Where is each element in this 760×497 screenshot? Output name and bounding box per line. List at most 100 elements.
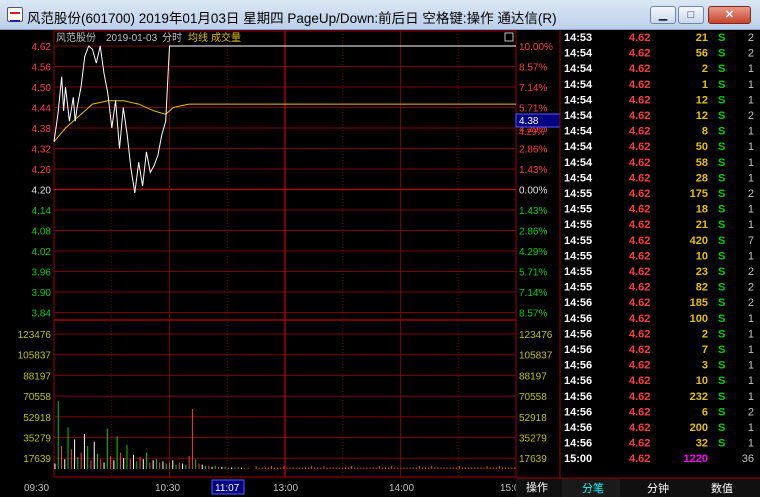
chart-settings-icon[interactable] xyxy=(504,32,514,42)
tick-row: 14:56 4.62 200 S 1 xyxy=(564,422,754,434)
tick-volume: 32 xyxy=(696,438,708,450)
percent-tick-label: 2.86% xyxy=(519,227,547,238)
tick-side: S xyxy=(718,204,725,216)
tick-time: 14:55 xyxy=(564,204,592,216)
intraday-chart[interactable]: 风范股份 2019-01-03 分时 均线 成交量 4.624.564.504.… xyxy=(0,0,760,497)
time-tick-label: 10:30 xyxy=(155,483,180,494)
tick-volume: 175 xyxy=(690,188,708,200)
tick-time: 14:56 xyxy=(564,360,592,372)
avg-line-legend: 均线 xyxy=(188,31,208,44)
tick-side: S xyxy=(718,63,725,75)
volume-tick-label-right: 70558 xyxy=(519,392,547,403)
tick-price: 4.62 xyxy=(629,32,650,44)
tick-volume: 21 xyxy=(696,32,708,44)
tick-price: 4.62 xyxy=(629,422,650,434)
tick-time: 14:54 xyxy=(564,157,593,169)
volume-tick-label-right: 88197 xyxy=(519,371,547,382)
tab-ticks[interactable]: 分笔 xyxy=(582,481,604,495)
tick-time: 14:56 xyxy=(564,375,592,387)
tick-time: 15:00 xyxy=(564,453,592,465)
tick-side: S xyxy=(718,250,725,262)
tick-time: 14:56 xyxy=(564,438,592,450)
tick-row: 14:56 4.62 100 S 1 xyxy=(564,313,754,325)
percent-tick-label: 8.57% xyxy=(519,309,547,320)
tick-price: 4.62 xyxy=(629,328,650,340)
tick-count: 7 xyxy=(748,235,754,247)
tick-row: 14:54 4.62 28 S 1 xyxy=(564,172,754,184)
tick-row: 14:54 4.62 12 S 1 xyxy=(564,94,754,106)
tick-volume: 12 xyxy=(696,110,708,122)
tick-volume: 2 xyxy=(702,63,708,75)
tick-volume: 58 xyxy=(696,157,708,169)
tick-side: S xyxy=(718,235,725,247)
tick-volume: 185 xyxy=(690,297,708,309)
tick-row: 14:56 4.62 3 S 1 xyxy=(564,360,754,372)
tick-volume: 2 xyxy=(702,328,708,340)
percent-tick-label: 5.71% xyxy=(519,104,547,115)
chart-stock-name: 风范股份 xyxy=(56,31,96,44)
tick-side: S xyxy=(718,94,725,106)
tick-row: 14:55 4.62 82 S 2 xyxy=(564,282,754,294)
tick-price: 4.62 xyxy=(629,110,650,122)
tick-volume: 1220 xyxy=(684,453,708,465)
tick-time: 14:54 xyxy=(564,126,593,138)
tick-price: 4.62 xyxy=(629,94,650,106)
tick-count: 2 xyxy=(748,48,754,60)
tick-time: 14:56 xyxy=(564,313,592,325)
tick-count: 1 xyxy=(748,94,754,106)
tick-side: S xyxy=(718,406,725,418)
tick-volume: 3 xyxy=(702,360,708,372)
tick-count: 1 xyxy=(748,438,754,450)
tick-row: 14:54 4.62 2 S 1 xyxy=(564,63,754,75)
tick-volume: 200 xyxy=(690,422,708,434)
ticks-list[interactable]: 14:53 4.62 21 S 214:54 4.62 56 S 214:54 4.62 2 S 114… xyxy=(564,32,754,465)
tick-volume: 100 xyxy=(690,313,708,325)
tick-side: S xyxy=(718,172,725,184)
tick-volume: 1 xyxy=(702,79,708,91)
price-tick-label: 4.62 xyxy=(32,42,52,53)
tick-row: 14:55 4.62 23 S 2 xyxy=(564,266,754,278)
price-tick-label: 4.50 xyxy=(32,83,52,94)
percent-tick-label: 4.29% xyxy=(519,247,547,258)
tick-volume: 8 xyxy=(702,126,708,138)
tick-price: 4.62 xyxy=(629,141,650,153)
tick-price: 4.62 xyxy=(629,313,650,325)
tick-count: 1 xyxy=(748,250,754,262)
tick-side: S xyxy=(718,79,725,91)
volume-legend: 成交量 xyxy=(211,31,241,44)
tick-price: 4.62 xyxy=(629,297,650,309)
tick-count: 2 xyxy=(748,110,754,122)
tick-price: 4.62 xyxy=(629,48,650,60)
tick-volume: 10 xyxy=(696,250,708,262)
tick-count: 1 xyxy=(748,63,754,75)
tick-volume: 50 xyxy=(696,141,708,153)
tick-time: 14:54 xyxy=(564,172,593,184)
tick-price: 4.62 xyxy=(629,219,650,231)
tick-volume: 12 xyxy=(696,94,708,106)
tick-count: 2 xyxy=(748,297,754,309)
tick-time: 14:55 xyxy=(564,219,592,231)
operate-button[interactable]: 操作 xyxy=(526,480,548,494)
tick-count: 1 xyxy=(748,360,754,372)
tick-time: 14:54 xyxy=(564,110,593,122)
tick-side: S xyxy=(718,282,725,294)
price-tick-label: 4.44 xyxy=(32,104,52,115)
tick-time: 14:55 xyxy=(564,282,592,294)
tab-minute[interactable]: 分钟 xyxy=(647,481,669,495)
volume-tick-label: 52918 xyxy=(23,413,51,424)
tick-side: S xyxy=(718,219,725,231)
tick-count: 36 xyxy=(742,453,754,465)
tick-side: S xyxy=(718,391,725,403)
percent-tick-label: 1.43% xyxy=(519,165,547,176)
tick-row: 14:54 4.62 50 S 1 xyxy=(564,141,754,153)
time-axis: 09:30 10:30 11:07 13:00 14:00 15:00 xyxy=(24,479,525,495)
tick-price: 4.62 xyxy=(629,204,650,216)
time-tick-label: 14:00 xyxy=(389,483,414,494)
tick-side: S xyxy=(718,375,725,387)
tick-row: 14:55 4.62 175 S 2 xyxy=(564,188,754,200)
tick-time: 14:56 xyxy=(564,344,592,356)
tick-price: 4.62 xyxy=(629,266,650,278)
tick-side: S xyxy=(718,110,725,122)
tick-side: S xyxy=(718,438,725,450)
tab-values[interactable]: 数值 xyxy=(711,482,733,495)
